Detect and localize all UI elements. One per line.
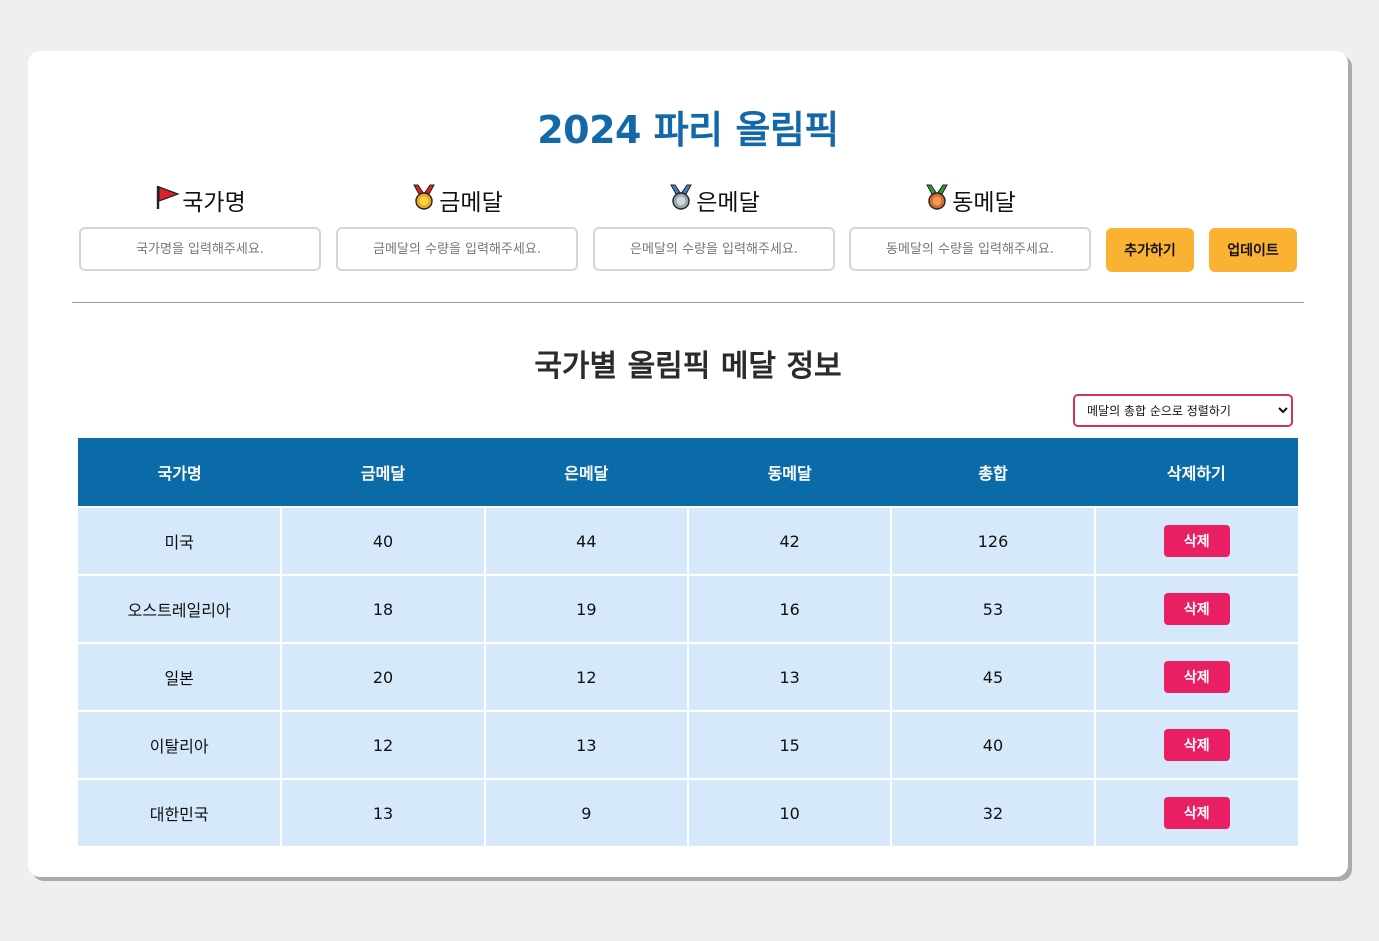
country-input[interactable] bbox=[79, 227, 321, 271]
cell-total: 53 bbox=[890, 574, 1096, 644]
gold-medal-icon bbox=[411, 183, 439, 217]
cell-total: 126 bbox=[890, 506, 1096, 576]
cell-total: 40 bbox=[890, 710, 1096, 780]
cell-action: 삭제 bbox=[1093, 642, 1298, 712]
delete-button[interactable]: 삭제 bbox=[1163, 661, 1230, 693]
cell-country: 이탈리아 bbox=[78, 710, 283, 780]
cell-country: 오스트레일리아 bbox=[78, 574, 283, 644]
cell-gold: 13 bbox=[280, 778, 486, 848]
header-country: 국가명 bbox=[78, 438, 282, 507]
cell-bronze: 42 bbox=[686, 506, 893, 576]
cell-bronze: 15 bbox=[686, 710, 893, 780]
cell-action: 삭제 bbox=[1093, 506, 1298, 576]
table-row: 일본 20 12 13 45 삭제 bbox=[78, 642, 1298, 712]
cell-bronze: 16 bbox=[686, 574, 893, 644]
gold-label-text: 금메달 bbox=[439, 190, 503, 216]
update-button[interactable]: 업데이트 bbox=[1209, 228, 1297, 272]
sort-select[interactable]: 메달의 총합 순으로 정렬하기 bbox=[1073, 394, 1293, 427]
silver-field: 은메달 bbox=[593, 183, 835, 271]
bronze-medal-icon bbox=[924, 183, 952, 217]
cell-action: 삭제 bbox=[1093, 778, 1298, 848]
cell-silver: 9 bbox=[483, 778, 689, 848]
add-button[interactable]: 추가하기 bbox=[1106, 228, 1194, 272]
gold-input[interactable] bbox=[336, 227, 578, 271]
divider bbox=[72, 302, 1304, 303]
country-field: 국가명 bbox=[79, 184, 321, 271]
silver-label: 은메달 bbox=[593, 183, 835, 217]
cell-gold: 12 bbox=[280, 710, 486, 780]
bronze-input[interactable] bbox=[849, 227, 1091, 271]
header-silver: 은메달 bbox=[484, 438, 688, 507]
gold-label: 금메달 bbox=[336, 183, 578, 217]
header-delete: 삭제하기 bbox=[1094, 438, 1298, 507]
medal-table: 국가명 금메달 은메달 동메달 총합 삭제하기 미국 40 44 42 126 … bbox=[78, 438, 1298, 848]
main-card: 2024 파리 올림픽 국가명 금메달 bbox=[28, 51, 1348, 877]
bronze-label: 동메달 bbox=[849, 183, 1091, 217]
section-title: 국가별 올림픽 메달 정보 bbox=[534, 349, 842, 384]
cell-gold: 40 bbox=[280, 506, 486, 576]
bronze-field: 동메달 bbox=[849, 183, 1091, 271]
country-label: 국가명 bbox=[79, 184, 321, 216]
page-title: 2024 파리 올림픽 bbox=[537, 108, 839, 152]
bronze-label-text: 동메달 bbox=[952, 190, 1016, 216]
header-total: 총합 bbox=[891, 438, 1095, 507]
delete-button[interactable]: 삭제 bbox=[1163, 525, 1230, 557]
cell-country: 일본 bbox=[78, 642, 283, 712]
cell-action: 삭제 bbox=[1093, 710, 1298, 780]
silver-label-text: 은메달 bbox=[696, 190, 760, 216]
delete-button[interactable]: 삭제 bbox=[1163, 593, 1230, 625]
silver-input[interactable] bbox=[593, 227, 835, 271]
cell-gold: 20 bbox=[280, 642, 486, 712]
silver-medal-icon bbox=[668, 183, 696, 217]
country-label-text: 국가명 bbox=[182, 190, 246, 216]
cell-total: 32 bbox=[890, 778, 1096, 848]
table-row: 오스트레일리아 18 19 16 53 삭제 bbox=[78, 574, 1298, 644]
cell-country: 대한민국 bbox=[78, 778, 283, 848]
cell-silver: 13 bbox=[483, 710, 689, 780]
gold-field: 금메달 bbox=[336, 183, 578, 271]
table-row: 대한민국 13 9 10 32 삭제 bbox=[78, 778, 1298, 848]
cell-country: 미국 bbox=[78, 506, 283, 576]
cell-bronze: 13 bbox=[686, 642, 893, 712]
cell-gold: 18 bbox=[280, 574, 486, 644]
table-row: 미국 40 44 42 126 삭제 bbox=[78, 506, 1298, 576]
delete-button[interactable]: 삭제 bbox=[1163, 797, 1230, 829]
flag-icon bbox=[154, 184, 182, 216]
cell-silver: 44 bbox=[483, 506, 689, 576]
table-header-row: 국가명 금메달 은메달 동메달 총합 삭제하기 bbox=[78, 438, 1298, 507]
table-row: 이탈리아 12 13 15 40 삭제 bbox=[78, 710, 1298, 780]
cell-silver: 19 bbox=[483, 574, 689, 644]
cell-silver: 12 bbox=[483, 642, 689, 712]
cell-total: 45 bbox=[890, 642, 1096, 712]
header-bronze: 동메달 bbox=[687, 438, 892, 507]
cell-bronze: 10 bbox=[686, 778, 893, 848]
delete-button[interactable]: 삭제 bbox=[1163, 729, 1230, 761]
header-gold: 금메달 bbox=[281, 438, 485, 507]
cell-action: 삭제 bbox=[1093, 574, 1298, 644]
